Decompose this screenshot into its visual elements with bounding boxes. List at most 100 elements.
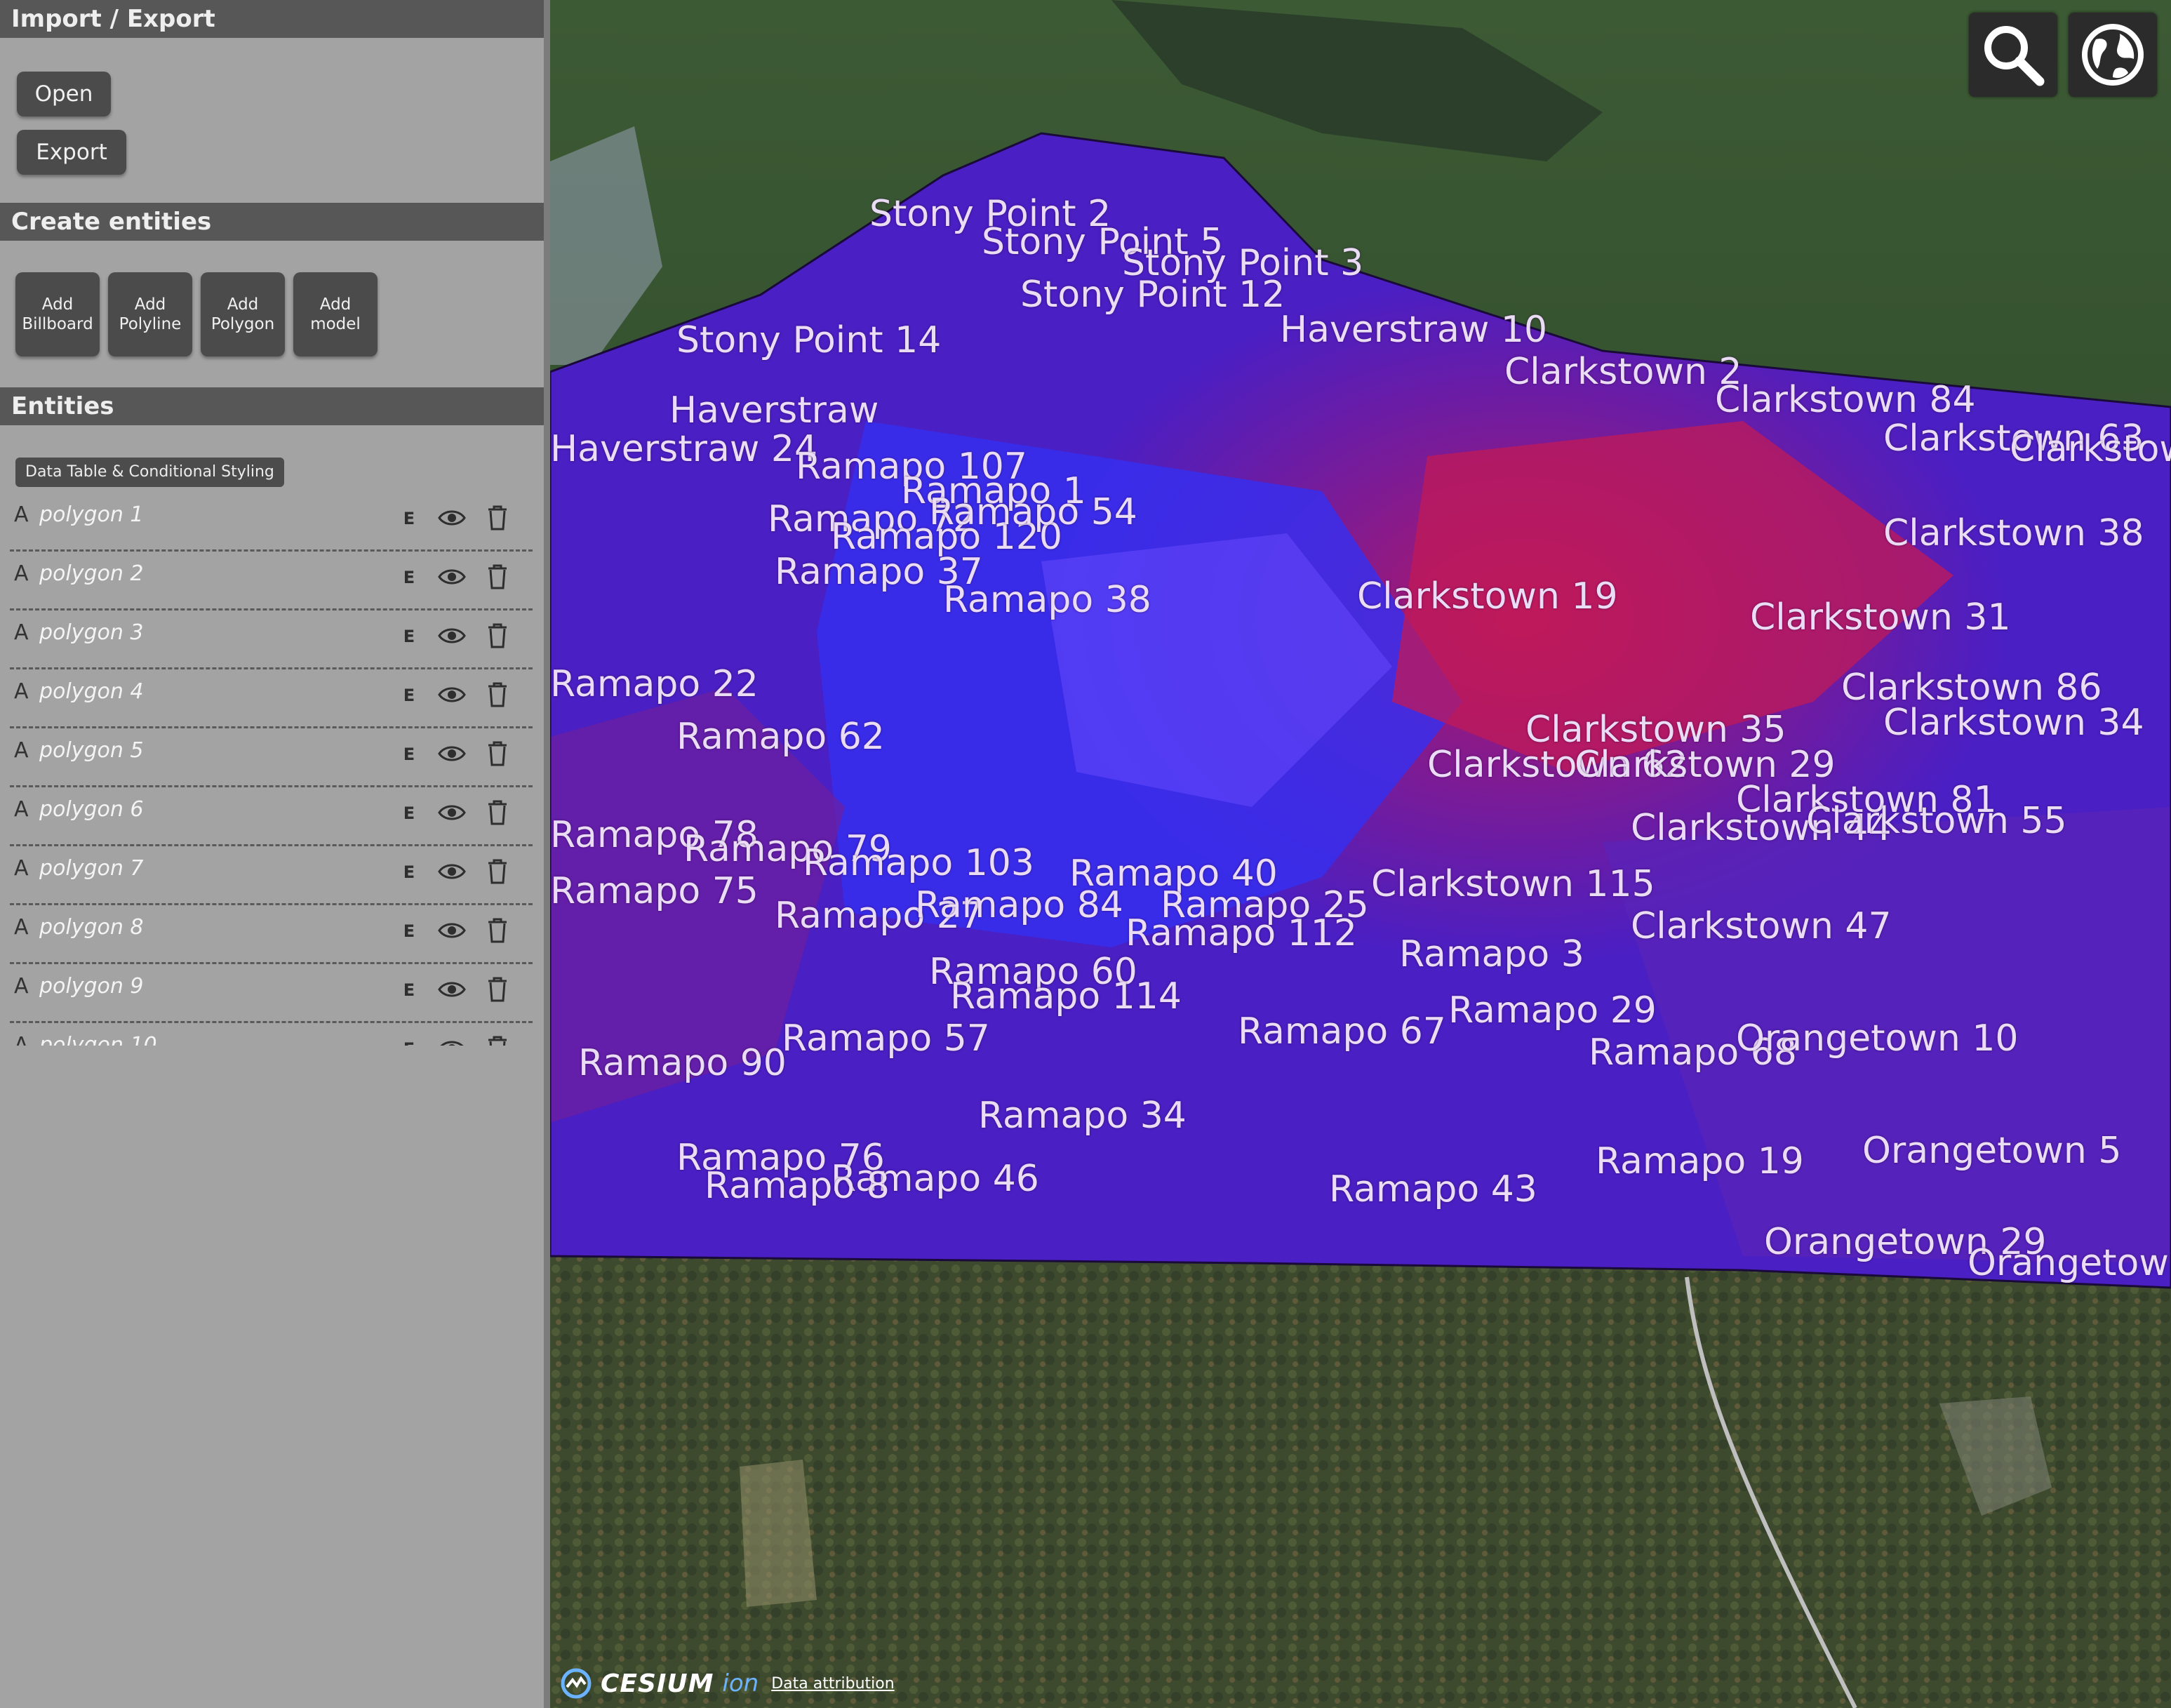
entity-label[interactable]: polygon 2 xyxy=(39,561,144,586)
delete-icon[interactable] xyxy=(486,563,509,591)
delete-icon[interactable] xyxy=(486,681,509,709)
entity-row[interactable]: Apolygon 5 E xyxy=(10,730,533,787)
entity-row[interactable]: Apolygon 9 E xyxy=(10,966,533,1023)
map-labels: Stony Point 2 Stony Point 5 Stony Point 3S… xyxy=(550,0,2171,1291)
delete-icon[interactable] xyxy=(486,858,509,886)
polygon-type-icon: A xyxy=(14,915,29,940)
edit-button[interactable]: E xyxy=(397,801,421,825)
delete-icon[interactable] xyxy=(486,975,509,1003)
district-label: Clarkstown 19 xyxy=(1357,575,1618,618)
visibility-toggle-icon[interactable] xyxy=(436,682,467,707)
entity-row[interactable]: Apolygon 7 E xyxy=(10,848,533,905)
edit-button[interactable]: E xyxy=(397,978,421,1002)
visibility-toggle-icon[interactable] xyxy=(436,800,467,825)
district-label: Ramapo 25 xyxy=(1161,884,1369,926)
district-label: Ramapo 8 xyxy=(704,1165,890,1207)
cesium-ion-brand: ion xyxy=(722,1669,759,1697)
delete-icon[interactable] xyxy=(486,740,509,768)
district-label: Ramapo 29 xyxy=(1448,989,1657,1032)
visibility-toggle-icon[interactable] xyxy=(436,859,467,884)
visibility-toggle-icon[interactable] xyxy=(436,977,467,1002)
delete-icon[interactable] xyxy=(486,799,509,827)
district-label: Ramapo 114 xyxy=(950,975,1182,1018)
entity-row[interactable]: Apolygon 6 E xyxy=(10,789,533,846)
district-label: Ramapo 22 xyxy=(550,663,759,705)
polygon-type-icon: A xyxy=(14,620,29,645)
district-label: Ramapo 67 xyxy=(1238,1010,1446,1053)
globe-button[interactable] xyxy=(2069,13,2157,97)
entity-label[interactable]: polygon 9 xyxy=(39,974,144,999)
globe-icon xyxy=(2082,24,2144,86)
open-button[interactable]: Open xyxy=(17,72,111,116)
district-label: Ramapo 54 xyxy=(929,491,1137,533)
visibility-toggle-icon[interactable] xyxy=(436,623,467,648)
add-polygon-button[interactable]: Add Polygon xyxy=(201,272,285,356)
polygon-type-icon: A xyxy=(14,561,29,586)
sidebar-divider[interactable] xyxy=(544,0,550,1708)
data-table-button[interactable]: Data Table & Conditional Styling xyxy=(15,458,284,487)
polygon-type-icon: A xyxy=(14,797,29,822)
district-label: Stony Point 14 xyxy=(676,319,942,361)
polygon-type-icon: A xyxy=(14,738,29,763)
edit-button[interactable]: E xyxy=(397,742,421,766)
add-billboard-button[interactable]: Add Billboard xyxy=(15,272,100,356)
entity-list: Apolygon 1 E Apolygon 2 E Apolygon 3 E Apolygo… xyxy=(10,494,533,1046)
polygon-type-icon: A xyxy=(14,856,29,881)
entity-row[interactable]: Apolygon 3 E xyxy=(10,612,533,669)
district-label: Orangetown 5 xyxy=(1862,1130,2122,1172)
edit-button[interactable]: E xyxy=(397,566,421,589)
edit-button[interactable]: E xyxy=(397,919,421,943)
entity-row[interactable]: Apolygon 2 E xyxy=(10,553,533,611)
entity-row[interactable]: Apolygon 4 E xyxy=(10,671,533,728)
entity-label[interactable]: polygon 8 xyxy=(39,915,144,940)
district-label: Ramapo 34 xyxy=(978,1095,1187,1137)
entity-row[interactable]: Apolygon 10 E xyxy=(10,1025,533,1046)
map-viewport[interactable]: Stony Point 2 Stony Point 5 Stony Point 3S… xyxy=(550,0,2171,1708)
data-attribution-link[interactable]: Data attribution xyxy=(771,1675,894,1693)
entity-label[interactable]: polygon 1 xyxy=(39,502,144,527)
district-label: Haverstraw xyxy=(669,389,879,432)
visibility-toggle-icon[interactable] xyxy=(436,505,467,531)
edit-button[interactable]: E xyxy=(397,683,421,707)
entity-label[interactable]: polygon 3 xyxy=(39,620,144,645)
district-label: Clarkstown 17 xyxy=(2010,428,2171,470)
entity-row[interactable]: Apolygon 8 E xyxy=(10,907,533,964)
entity-label[interactable]: polygon 5 xyxy=(39,738,144,763)
create-entities-header: Create entities xyxy=(0,203,544,241)
visibility-toggle-icon[interactable] xyxy=(436,918,467,943)
export-button[interactable]: Export xyxy=(17,130,126,175)
entity-label[interactable]: polygon 4 xyxy=(39,679,144,704)
district-label: Ramapo 90 xyxy=(578,1042,787,1084)
district-label: Ramapo 62 xyxy=(676,716,885,758)
district-label: Orangetown xyxy=(1968,1242,2171,1284)
delete-icon[interactable] xyxy=(486,916,509,945)
add-model-button[interactable]: Add model xyxy=(293,272,378,356)
cesium-logo-icon xyxy=(561,1668,592,1699)
district-label: Stony Point 12 xyxy=(1020,274,1285,316)
district-label: Haverstraw 24 xyxy=(550,428,818,470)
edit-button[interactable]: E xyxy=(397,1037,421,1046)
entity-row[interactable]: Apolygon 1 E xyxy=(10,494,533,552)
entity-label[interactable]: polygon 6 xyxy=(39,797,144,822)
district-label: Haverstraw 10 xyxy=(1280,309,1548,351)
district-label: Clarkstown 2 xyxy=(1504,351,1742,393)
delete-icon[interactable] xyxy=(486,1034,509,1046)
search-button[interactable] xyxy=(1969,13,2057,97)
district-label: Ramapo 3 xyxy=(1399,933,1584,975)
visibility-toggle-icon[interactable] xyxy=(436,1036,467,1046)
delete-icon[interactable] xyxy=(486,622,509,650)
district-label: Clarkstown 38 xyxy=(1883,512,2144,554)
edit-button[interactable]: E xyxy=(397,507,421,531)
district-label: Ramapo 75 xyxy=(550,870,759,912)
edit-button[interactable]: E xyxy=(397,860,421,884)
visibility-toggle-icon[interactable] xyxy=(436,741,467,766)
edit-button[interactable]: E xyxy=(397,625,421,648)
add-polyline-button[interactable]: Add Polyline xyxy=(108,272,192,356)
entity-label[interactable]: polygon 7 xyxy=(39,856,144,881)
entity-label[interactable]: polygon 10 xyxy=(39,1033,157,1046)
visibility-toggle-icon[interactable] xyxy=(436,564,467,589)
delete-icon[interactable] xyxy=(486,504,509,532)
district-label: Clarkstown 55 xyxy=(1806,800,2067,842)
district-label: Clarkstown 115 xyxy=(1371,863,1655,905)
district-label: Clarkstown 34 xyxy=(1883,702,2144,744)
